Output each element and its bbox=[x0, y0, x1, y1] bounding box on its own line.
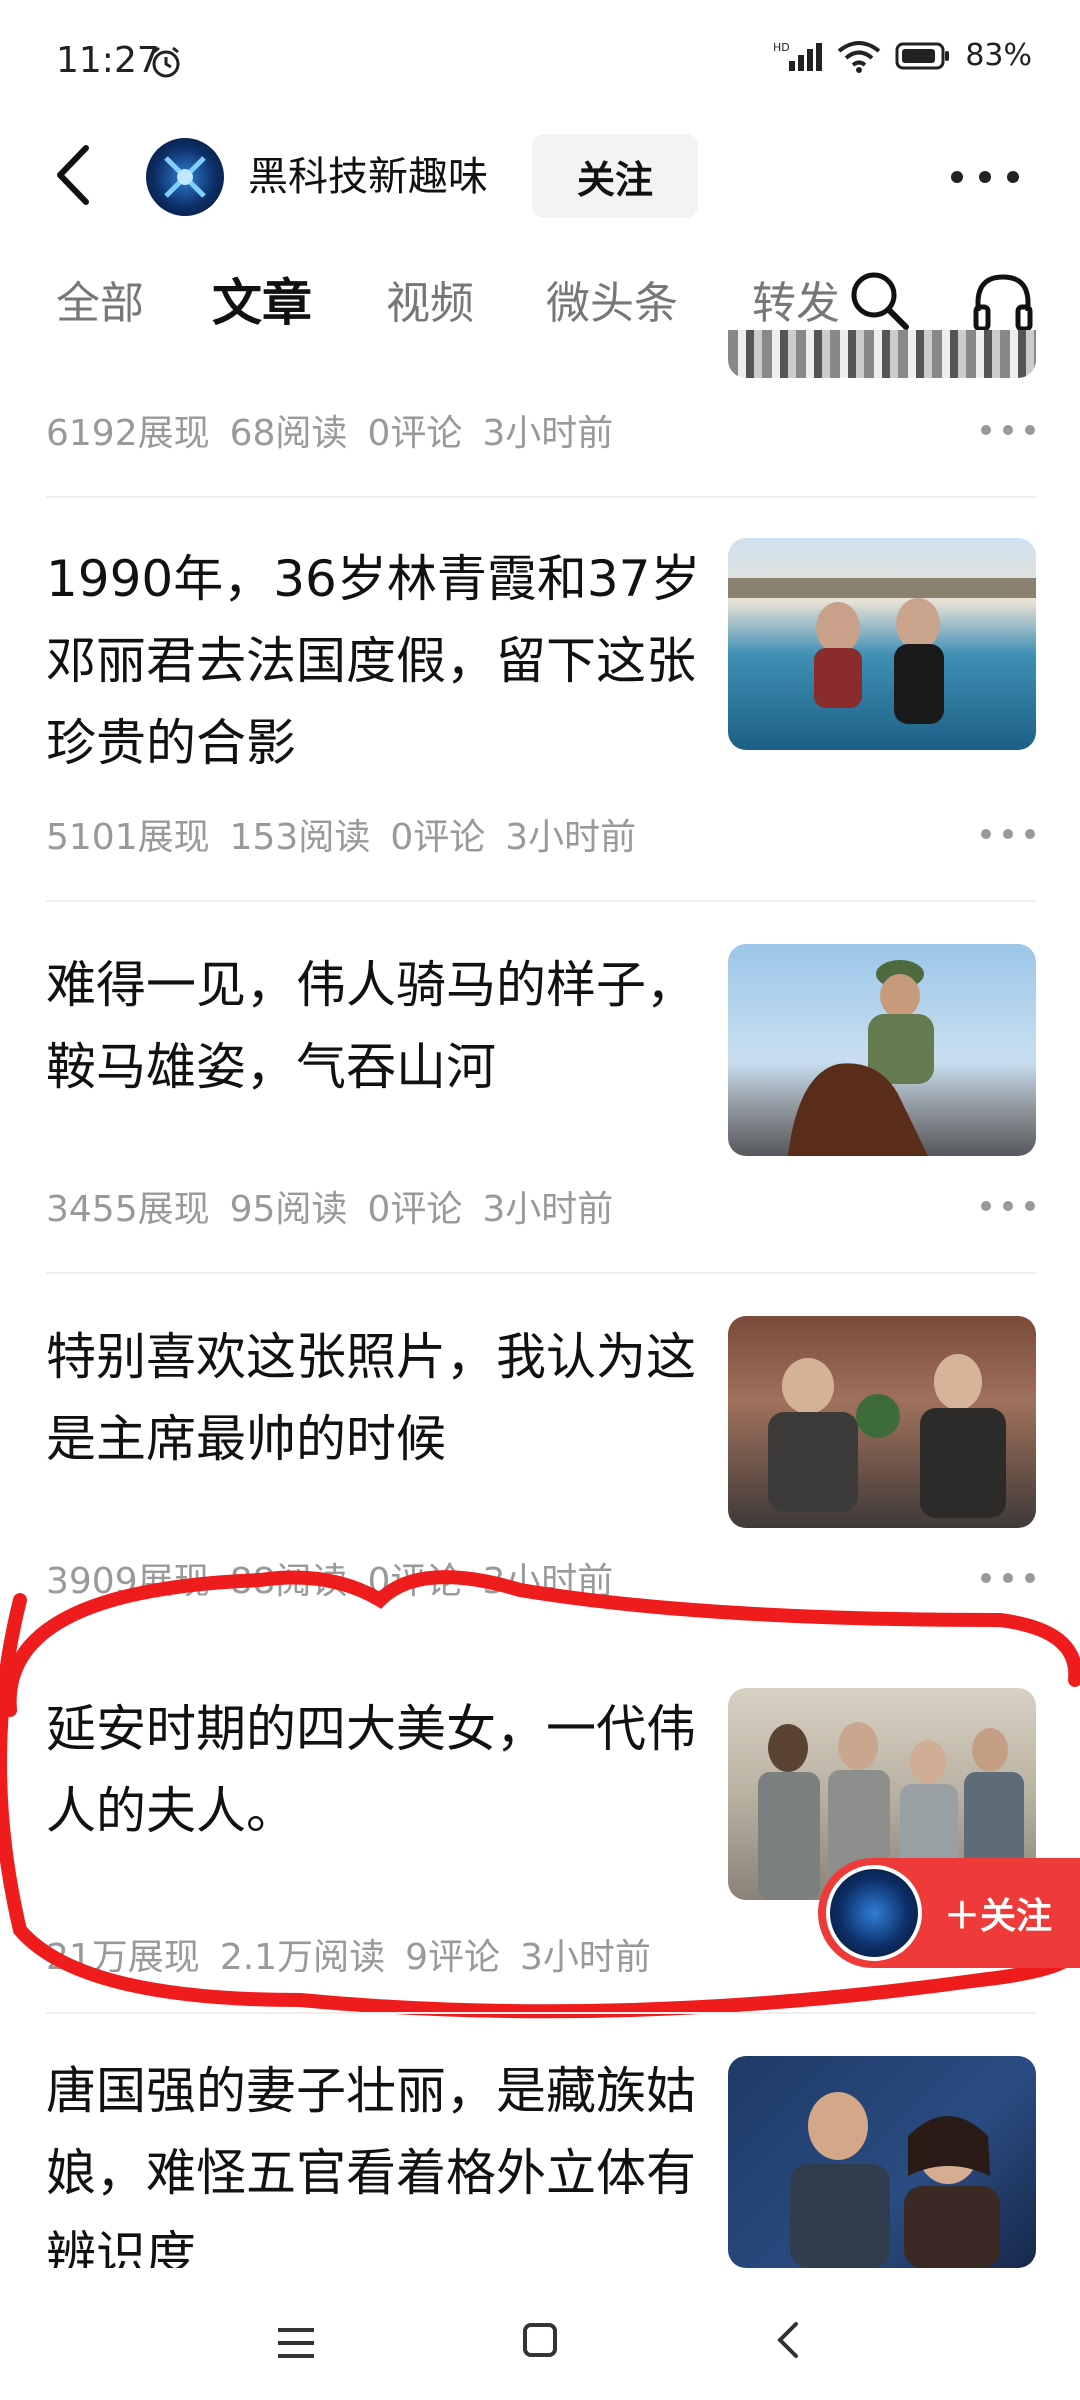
view-count: 5101展现 bbox=[46, 817, 210, 858]
comment-count: 0评论 bbox=[367, 1561, 463, 1602]
article-title[interactable]: 1990年，36岁林青霞和37岁邓丽君去法国度假，留下这张珍贵的合影 bbox=[46, 538, 706, 784]
divider bbox=[46, 900, 1036, 902]
nav-back-icon[interactable] bbox=[776, 2320, 800, 2360]
publish-time: 3小时前 bbox=[482, 1189, 614, 1230]
tab-all[interactable]: 全部 bbox=[56, 267, 144, 331]
article-title[interactable]: 难得一见，伟人骑马的样子，鞍马雄姿，气吞山河 bbox=[46, 944, 706, 1108]
article-thumbnail[interactable] bbox=[728, 538, 1036, 750]
channel-avatar[interactable] bbox=[146, 138, 224, 216]
article-stats: 5101展现 153阅读 0评论 3小时前 bbox=[46, 808, 656, 860]
tab-articles[interactable]: 文章 bbox=[212, 263, 312, 335]
svg-text:HD: HD bbox=[773, 41, 790, 54]
home-icon[interactable] bbox=[522, 2322, 558, 2358]
circuit-logo-icon bbox=[164, 156, 206, 198]
read-count: 2.1万阅读 bbox=[219, 1937, 386, 1978]
follow-button[interactable]: 关注 bbox=[532, 134, 698, 218]
comment-count: 0评论 bbox=[367, 1189, 463, 1230]
couple-photo-image bbox=[790, 2092, 1000, 2268]
article-more-icon[interactable] bbox=[980, 828, 1036, 840]
view-count: 3909展现 bbox=[46, 1561, 210, 1602]
comment-count: 9评论 bbox=[405, 1937, 500, 1978]
system-navigation-bar bbox=[0, 2270, 1080, 2400]
menu-icon[interactable] bbox=[276, 2326, 316, 2360]
tab-micro-posts[interactable]: 微头条 bbox=[546, 267, 678, 331]
article-title[interactable]: 特别喜欢这张照片，我认为这是主席最帅的时候 bbox=[46, 1316, 706, 1480]
publish-time: 3小时前 bbox=[482, 1561, 614, 1602]
status-bar: 11:27 HD 83% bbox=[0, 0, 1080, 120]
search-icon[interactable] bbox=[844, 265, 914, 335]
floating-follow-label: ＋关注 bbox=[944, 1896, 1053, 1937]
divider bbox=[46, 2012, 1036, 2014]
article-stats: 3455展现 95阅读 0评论 3小时前 bbox=[46, 1180, 633, 1232]
view-count: 21万展现 bbox=[46, 1937, 200, 1978]
battery-percentage: 83% bbox=[965, 38, 1032, 73]
floating-avatar bbox=[826, 1865, 922, 1961]
comment-count: 0评论 bbox=[367, 413, 463, 454]
article-stats: 21万展现 2.1万阅读 9评论 3小时前 bbox=[46, 1928, 671, 1980]
tab-videos[interactable]: 视频 bbox=[386, 267, 474, 331]
swimsuit-photo-image bbox=[728, 578, 1036, 724]
article-stats: 6192展现 68阅读 0评论 3小时前 bbox=[46, 404, 633, 456]
article-stats: 3909展现 88阅读 0评论 3小时前 bbox=[46, 1552, 633, 1604]
back-arrow-icon[interactable] bbox=[48, 142, 104, 208]
publish-time: 3小时前 bbox=[505, 817, 637, 858]
article-title[interactable]: 延安时期的四大美女，一代伟人的夫人。 bbox=[46, 1688, 706, 1852]
meeting-photo-image bbox=[768, 1354, 1006, 1518]
publish-time: 3小时前 bbox=[482, 413, 614, 454]
channel-name[interactable]: 黑科技新趣味 bbox=[248, 144, 488, 202]
publish-time: 3小时前 bbox=[519, 1937, 651, 1978]
article-thumbnail[interactable] bbox=[728, 2056, 1036, 2268]
horse-rider-photo-image bbox=[788, 960, 934, 1156]
floating-follow-button[interactable]: ＋关注 bbox=[818, 1858, 1080, 1968]
divider bbox=[46, 496, 1036, 498]
comment-count: 0评论 bbox=[390, 817, 486, 858]
channel-header: 黑科技新趣味 关注 bbox=[0, 120, 1080, 230]
battery-icon bbox=[895, 42, 950, 69]
tab-reposts[interactable]: 转发 bbox=[752, 267, 840, 331]
signal-icon: HD bbox=[773, 41, 823, 71]
article-thumbnail[interactable] bbox=[728, 1316, 1036, 1528]
read-count: 153阅读 bbox=[229, 817, 371, 858]
more-options-icon[interactable] bbox=[950, 170, 1020, 184]
divider bbox=[46, 1272, 1036, 1274]
read-count: 95阅读 bbox=[229, 1189, 348, 1230]
wifi-icon bbox=[838, 40, 881, 73]
headphone-icon[interactable] bbox=[968, 267, 1038, 337]
read-count: 88阅读 bbox=[229, 1561, 348, 1602]
view-count: 6192展现 bbox=[46, 413, 210, 454]
article-more-icon[interactable] bbox=[980, 1200, 1036, 1212]
view-count: 3455展现 bbox=[46, 1189, 210, 1230]
read-count: 68阅读 bbox=[229, 413, 348, 454]
article-thumbnail-partial[interactable] bbox=[728, 330, 1036, 378]
article-thumbnail[interactable] bbox=[728, 944, 1036, 1156]
article-more-icon[interactable] bbox=[980, 1572, 1036, 1584]
article-more-icon[interactable] bbox=[980, 424, 1036, 436]
article-title[interactable]: 唐国强的妻子壮丽，是藏族姑娘，难怪五官看着格外立体有辨识度 bbox=[46, 2050, 706, 2268]
status-indicators: HD 83% bbox=[773, 38, 1032, 73]
alarm-icon bbox=[152, 46, 180, 78]
status-time: 11:27 bbox=[56, 40, 160, 81]
